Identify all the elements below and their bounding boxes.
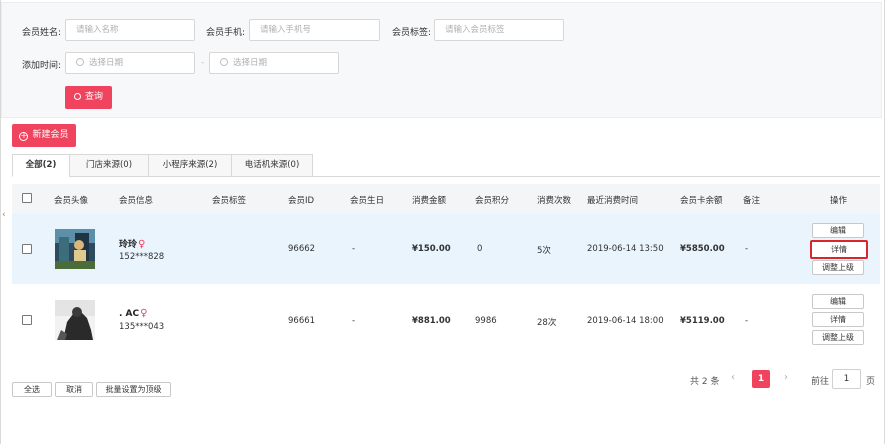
search-button-label: 查询	[84, 92, 103, 102]
member-amount: ¥881.00	[412, 316, 451, 326]
prev-page-icon[interactable]: ‹	[731, 372, 735, 383]
th-balance: 会员卡余额	[680, 196, 723, 206]
tag-input[interactable]: 请输入会员标签	[434, 19, 564, 41]
tab-phone[interactable]: 电话机来源(0)	[231, 154, 313, 177]
th-ops: 操作	[830, 196, 848, 206]
th-info: 会员信息	[119, 196, 154, 206]
tab-all[interactable]: 全部(2)	[12, 154, 70, 177]
member-name: 玲玲	[119, 240, 138, 250]
row-checkbox[interactable]	[22, 244, 32, 254]
date-start-input[interactable]: 选择日期	[65, 52, 195, 74]
search-button[interactable]: 查询	[65, 86, 112, 109]
th-remark: 备注	[743, 196, 761, 206]
cancel-button[interactable]: 取消	[55, 382, 93, 397]
avatar	[55, 300, 95, 340]
member-birthday: -	[352, 316, 356, 326]
search-icon	[73, 93, 81, 100]
plus-circle-icon: +	[19, 131, 29, 141]
clock-icon	[220, 58, 228, 66]
th-last-time: 最近消费时间	[587, 196, 639, 206]
th-avatar: 会员头像	[54, 196, 89, 206]
member-points: 0	[477, 244, 483, 254]
table-row: 玲玲♀ 152***828 96662 - ¥150.00 0 5次 2019-…	[12, 214, 880, 284]
tab-miniprogram[interactable]: 小程序来源(2)	[148, 154, 232, 177]
detail-button[interactable]: 详情	[810, 240, 868, 259]
member-count: 5次	[537, 246, 551, 256]
date-end-placeholder: 选择日期	[233, 58, 268, 68]
th-birthday: 会员生日	[350, 196, 385, 206]
clock-icon	[76, 58, 84, 66]
member-name-cell: 玲玲♀	[119, 237, 145, 250]
page-number-current[interactable]: 1	[752, 370, 770, 388]
member-last-time: 2019-06-14 13:50	[587, 244, 664, 254]
date-end-input[interactable]: 选择日期	[209, 52, 339, 74]
th-tag: 会员标签	[212, 196, 247, 206]
member-balance: ¥5119.00	[680, 316, 725, 326]
new-member-label: 新建会员	[32, 130, 69, 140]
tab-store[interactable]: 门店来源(0)	[69, 154, 149, 177]
member-id: 96662	[288, 244, 316, 254]
edit-button[interactable]: 编辑	[812, 223, 864, 238]
female-icon: ♀	[138, 239, 146, 250]
date-separator: -	[201, 58, 205, 68]
detail-button[interactable]: 详情	[812, 312, 864, 327]
goto-label: 前往	[811, 377, 830, 387]
name-input[interactable]: 请输入名称	[65, 19, 195, 41]
th-amount: 消费金额	[412, 196, 447, 206]
member-name: . AC	[119, 309, 140, 319]
phone-input[interactable]: 请输入手机号	[249, 19, 380, 41]
member-balance: ¥5850.00	[680, 244, 725, 254]
adjust-superior-button[interactable]: 调整上级	[812, 330, 864, 345]
avatar	[55, 229, 95, 269]
female-icon: ♀	[140, 308, 148, 319]
date-label: 添加时间:	[22, 61, 62, 71]
select-all-checkbox[interactable]	[22, 193, 32, 203]
phone-label: 会员手机:	[206, 28, 246, 38]
member-points: 9986	[475, 316, 497, 326]
pagination-total: 共 2 条	[690, 377, 720, 387]
row-checkbox[interactable]	[22, 315, 32, 325]
name-label: 会员姓名:	[22, 28, 62, 38]
page-unit-label: 页	[866, 377, 876, 387]
table-row: . AC♀ 135***043 96661 - ¥881.00 9986 28次…	[12, 288, 880, 352]
member-birthday: -	[352, 244, 356, 254]
member-remark: -	[745, 244, 749, 254]
batch-set-top-button[interactable]: 批量设置为顶级	[96, 382, 171, 397]
edit-button[interactable]: 编辑	[812, 294, 864, 309]
next-page-icon[interactable]: ›	[784, 372, 788, 383]
adjust-superior-button[interactable]: 调整上级	[812, 260, 864, 275]
date-start-placeholder: 选择日期	[89, 58, 124, 68]
member-last-time: 2019-06-14 18:00	[587, 316, 664, 326]
member-amount: ¥150.00	[412, 244, 451, 254]
goto-page-input[interactable]: 1	[832, 369, 861, 389]
th-id: 会员ID	[288, 196, 315, 206]
member-remark: -	[745, 316, 749, 326]
new-member-button[interactable]: + 新建会员	[12, 124, 76, 147]
member-count: 28次	[537, 318, 557, 328]
member-name-cell: . AC♀	[119, 308, 147, 319]
th-count: 消费次数	[537, 196, 572, 206]
collapse-arrow-icon[interactable]: ‹	[2, 210, 6, 220]
tag-label: 会员标签:	[392, 28, 432, 38]
member-id: 96661	[288, 316, 316, 326]
member-phone: 152***828	[119, 252, 165, 262]
select-all-button[interactable]: 全选	[12, 382, 52, 397]
th-points: 会员积分	[475, 196, 510, 206]
table-header: 会员头像 会员信息 会员标签 会员ID 会员生日 消费金额 会员积分 消费次数 …	[12, 184, 880, 214]
member-phone: 135***043	[119, 322, 165, 332]
